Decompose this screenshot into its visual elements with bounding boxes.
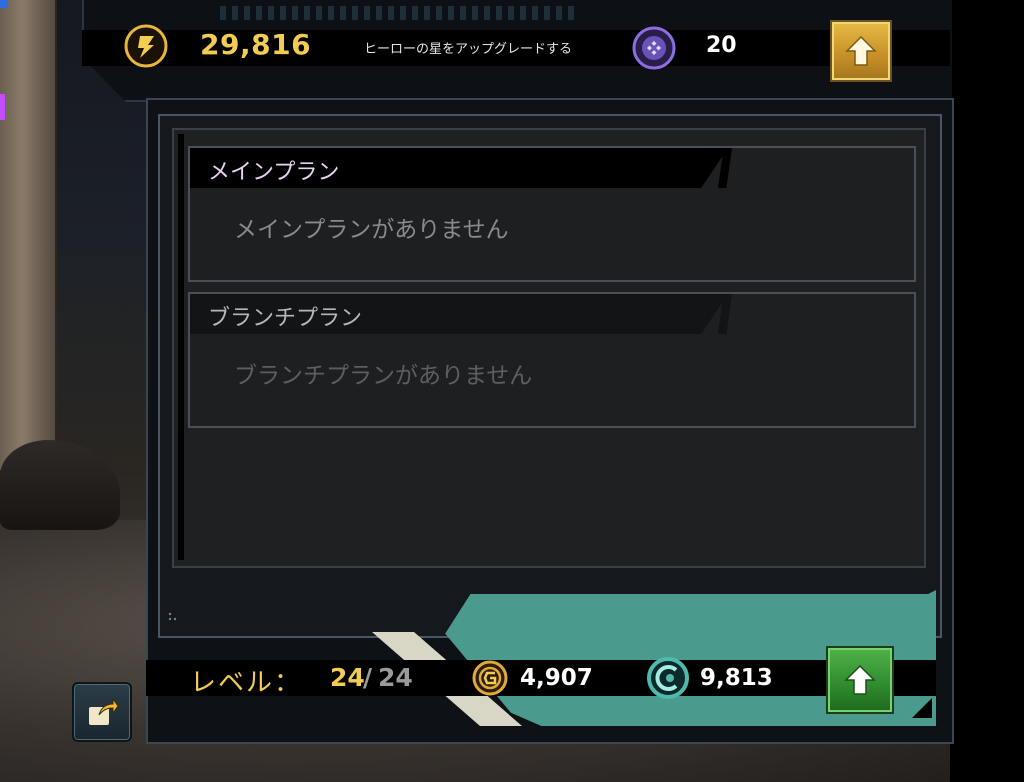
letterbox-right (950, 0, 1024, 782)
star-token-count: 20 (706, 33, 737, 58)
corner-dots-decoration (168, 612, 177, 621)
branch-plan-empty-message: ブランチプランがありません (234, 363, 533, 389)
main-plan-section: メインプラン メインプランがありません (188, 146, 916, 282)
share-icon (89, 697, 119, 725)
branch-plan-section: ブランチプラン ブランチプランがありません (188, 292, 916, 428)
gold-amount: 4,907 (520, 665, 593, 691)
level-separator: / (363, 663, 373, 692)
branch-plan-title: ブランチプラン (208, 306, 363, 331)
hero-star-currency-value: 29,816 (200, 28, 312, 61)
upgrade-stars-button[interactable] (830, 20, 892, 82)
upgrade-stars-label: ヒーローの星をアップグレードする (364, 42, 573, 57)
level-max: 24 (378, 663, 413, 692)
edge-indicator (0, 94, 5, 120)
background-rock (0, 0, 57, 470)
star-token-icon (632, 26, 676, 70)
plan-list-scrollbar[interactable] (178, 134, 184, 560)
header-decoration (220, 6, 580, 20)
level-up-button[interactable] (826, 646, 894, 714)
upgrade-material-amount: 9,813 (700, 665, 773, 691)
upgrade-material-icon (647, 657, 689, 699)
gold-coin-icon (472, 660, 508, 696)
main-plan-title: メインプラン (208, 160, 340, 185)
hero-star-currency-icon (124, 24, 168, 68)
main-plan-empty-message: メインプランがありません (234, 217, 509, 243)
share-button[interactable] (72, 682, 132, 742)
level-label: レベル： (190, 668, 303, 698)
level-current: 24 (330, 663, 365, 692)
up-arrow-icon (844, 664, 876, 695)
edge-indicator-blue (0, 0, 8, 8)
up-arrow-icon (845, 35, 877, 66)
